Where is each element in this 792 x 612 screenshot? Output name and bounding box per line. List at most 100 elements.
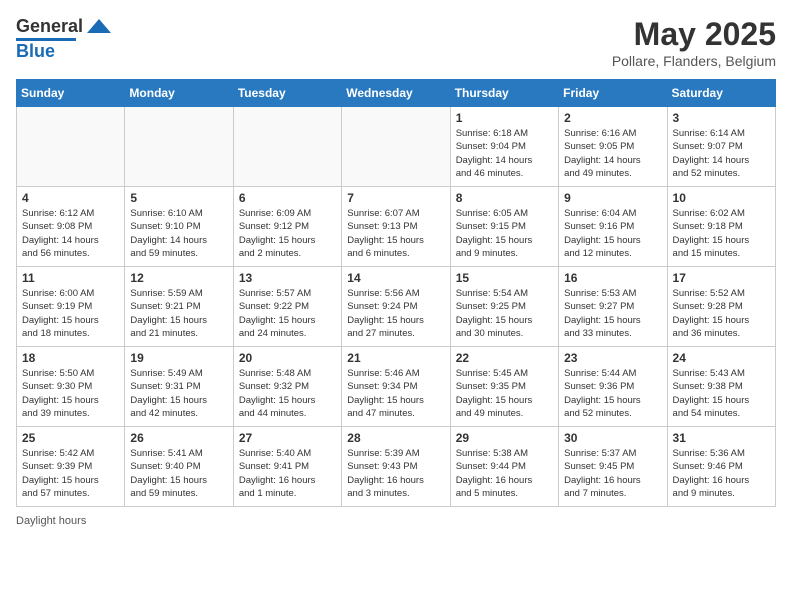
calendar-header-row: SundayMondayTuesdayWednesdayThursdayFrid…	[17, 80, 776, 107]
calendar-cell: 14 Sunrise: 5:56 AMSunset: 9:24 PMDayligh…	[342, 267, 450, 347]
day-info: Sunrise: 5:40 AMSunset: 9:41 PMDaylight:…	[239, 447, 336, 500]
day-info: Sunrise: 5:46 AMSunset: 9:34 PMDaylight:…	[347, 367, 444, 420]
day-number: 18	[22, 351, 119, 365]
calendar-cell: 20 Sunrise: 5:48 AMSunset: 9:32 PMDayligh…	[233, 347, 341, 427]
day-info: Sunrise: 6:12 AMSunset: 9:08 PMDaylight:…	[22, 207, 119, 260]
day-number: 24	[673, 351, 770, 365]
calendar-week-row: 18 Sunrise: 5:50 AMSunset: 9:30 PMDayligh…	[17, 347, 776, 427]
calendar-week-row: 1Sunrise: 6:18 AMSunset: 9:04 PMDaylight…	[17, 107, 776, 187]
calendar-cell: 15Sunrise: 5:54 AMSunset: 9:25 PMDayligh…	[450, 267, 558, 347]
calendar-cell: 26 Sunrise: 5:41 AMSunset: 9:40 PMDayligh…	[125, 427, 233, 507]
calendar-cell	[233, 107, 341, 187]
calendar-cell: 6Sunrise: 6:09 AMSunset: 9:12 PMDaylight…	[233, 187, 341, 267]
calendar-cell: 9 Sunrise: 6:04 AMSunset: 9:16 PMDaylight…	[559, 187, 667, 267]
day-number: 25	[22, 431, 119, 445]
day-info: Sunrise: 5:48 AMSunset: 9:32 PMDaylight:…	[239, 367, 336, 420]
day-info: Sunrise: 5:38 AMSunset: 9:44 PMDaylight:…	[456, 447, 553, 500]
day-info: Sunrise: 6:16 AMSunset: 9:05 PMDaylight:…	[564, 127, 661, 180]
title-area: May 2025 Pollare, Flanders, Belgium	[612, 16, 776, 69]
calendar-weekday-sunday: Sunday	[17, 80, 125, 107]
day-number: 16	[564, 271, 661, 285]
calendar-cell: 16 Sunrise: 5:53 AMSunset: 9:27 PMDayligh…	[559, 267, 667, 347]
day-number: 3	[673, 111, 770, 125]
day-number: 31	[673, 431, 770, 445]
day-info: Sunrise: 5:59 AMSunset: 9:21 PMDaylight:…	[130, 287, 227, 340]
day-number: 14	[347, 271, 444, 285]
calendar-weekday-friday: Friday	[559, 80, 667, 107]
calendar-weekday-wednesday: Wednesday	[342, 80, 450, 107]
day-number: 28	[347, 431, 444, 445]
day-number: 9	[564, 191, 661, 205]
calendar-cell: 13Sunrise: 5:57 AMSunset: 9:22 PMDayligh…	[233, 267, 341, 347]
day-number: 15	[456, 271, 553, 285]
calendar-cell: 18 Sunrise: 5:50 AMSunset: 9:30 PMDayligh…	[17, 347, 125, 427]
day-number: 7	[347, 191, 444, 205]
calendar-cell: 22Sunrise: 5:45 AMSunset: 9:35 PMDayligh…	[450, 347, 558, 427]
day-number: 6	[239, 191, 336, 205]
day-number: 20	[239, 351, 336, 365]
day-number: 27	[239, 431, 336, 445]
day-number: 10	[673, 191, 770, 205]
day-info: Sunrise: 5:49 AMSunset: 9:31 PMDaylight:…	[130, 367, 227, 420]
day-info: Sunrise: 5:41 AMSunset: 9:40 PMDaylight:…	[130, 447, 227, 500]
calendar-weekday-saturday: Saturday	[667, 80, 775, 107]
day-number: 22	[456, 351, 553, 365]
day-number: 26	[130, 431, 227, 445]
logo-blue: Blue	[16, 41, 55, 62]
day-info: Sunrise: 6:07 AMSunset: 9:13 PMDaylight:…	[347, 207, 444, 260]
day-info: Sunrise: 6:00 AMSunset: 9:19 PMDaylight:…	[22, 287, 119, 340]
day-number: 29	[456, 431, 553, 445]
calendar-cell	[342, 107, 450, 187]
calendar-weekday-tuesday: Tuesday	[233, 80, 341, 107]
calendar-weekday-monday: Monday	[125, 80, 233, 107]
day-number: 8	[456, 191, 553, 205]
day-number: 17	[673, 271, 770, 285]
calendar-cell: 21 Sunrise: 5:46 AMSunset: 9:34 PMDayligh…	[342, 347, 450, 427]
calendar-cell: 3Sunrise: 6:14 AMSunset: 9:07 PMDaylight…	[667, 107, 775, 187]
day-info: Sunrise: 6:02 AMSunset: 9:18 PMDaylight:…	[673, 207, 770, 260]
calendar-cell: 23 Sunrise: 5:44 AMSunset: 9:36 PMDayligh…	[559, 347, 667, 427]
day-info: Sunrise: 5:56 AMSunset: 9:24 PMDaylight:…	[347, 287, 444, 340]
day-number: 30	[564, 431, 661, 445]
calendar-cell: 17 Sunrise: 5:52 AMSunset: 9:28 PMDayligh…	[667, 267, 775, 347]
day-info: Sunrise: 5:36 AMSunset: 9:46 PMDaylight:…	[673, 447, 770, 500]
calendar-cell: 1Sunrise: 6:18 AMSunset: 9:04 PMDaylight…	[450, 107, 558, 187]
day-info: Sunrise: 5:43 AMSunset: 9:38 PMDaylight:…	[673, 367, 770, 420]
day-number: 21	[347, 351, 444, 365]
calendar-cell	[125, 107, 233, 187]
header: General Blue May 2025 Pollare, Flanders,…	[16, 16, 776, 69]
day-number: 2	[564, 111, 661, 125]
logo: General Blue	[16, 16, 111, 62]
day-info: Sunrise: 6:04 AMSunset: 9:16 PMDaylight:…	[564, 207, 661, 260]
calendar-week-row: 4 Sunrise: 6:12 AMSunset: 9:08 PMDaylight…	[17, 187, 776, 267]
calendar-cell: 25 Sunrise: 5:42 AMSunset: 9:39 PMDayligh…	[17, 427, 125, 507]
day-info: Sunrise: 5:50 AMSunset: 9:30 PMDaylight:…	[22, 367, 119, 420]
day-number: 11	[22, 271, 119, 285]
calendar-table: SundayMondayTuesdayWednesdayThursdayFrid…	[16, 79, 776, 507]
day-info: Sunrise: 5:52 AMSunset: 9:28 PMDaylight:…	[673, 287, 770, 340]
calendar-cell: 12Sunrise: 5:59 AMSunset: 9:21 PMDayligh…	[125, 267, 233, 347]
day-number: 23	[564, 351, 661, 365]
day-info: Sunrise: 6:05 AMSunset: 9:15 PMDaylight:…	[456, 207, 553, 260]
logo-triangle-icon	[87, 19, 111, 33]
day-info: Sunrise: 6:18 AMSunset: 9:04 PMDaylight:…	[456, 127, 553, 180]
calendar-cell: 27 Sunrise: 5:40 AMSunset: 9:41 PMDayligh…	[233, 427, 341, 507]
calendar-cell: 19Sunrise: 5:49 AMSunset: 9:31 PMDayligh…	[125, 347, 233, 427]
calendar-cell: 2 Sunrise: 6:16 AMSunset: 9:05 PMDaylight…	[559, 107, 667, 187]
calendar-cell: 8 Sunrise: 6:05 AMSunset: 9:15 PMDaylight…	[450, 187, 558, 267]
calendar-cell: 30 Sunrise: 5:37 AMSunset: 9:45 PMDayligh…	[559, 427, 667, 507]
logo-general: General	[16, 16, 83, 37]
calendar-cell: 31 Sunrise: 5:36 AMSunset: 9:46 PMDayligh…	[667, 427, 775, 507]
day-info: Sunrise: 6:10 AMSunset: 9:10 PMDaylight:…	[130, 207, 227, 260]
calendar-cell: 4 Sunrise: 6:12 AMSunset: 9:08 PMDaylight…	[17, 187, 125, 267]
day-info: Sunrise: 5:42 AMSunset: 9:39 PMDaylight:…	[22, 447, 119, 500]
day-info: Sunrise: 5:44 AMSunset: 9:36 PMDaylight:…	[564, 367, 661, 420]
calendar-cell: 10 Sunrise: 6:02 AMSunset: 9:18 PMDayligh…	[667, 187, 775, 267]
calendar-cell: 7 Sunrise: 6:07 AMSunset: 9:13 PMDaylight…	[342, 187, 450, 267]
day-number: 4	[22, 191, 119, 205]
day-info: Sunrise: 5:39 AMSunset: 9:43 PMDaylight:…	[347, 447, 444, 500]
calendar-weekday-thursday: Thursday	[450, 80, 558, 107]
day-info: Sunrise: 5:37 AMSunset: 9:45 PMDaylight:…	[564, 447, 661, 500]
day-info: Sunrise: 5:53 AMSunset: 9:27 PMDaylight:…	[564, 287, 661, 340]
footer: Daylight hours	[16, 515, 776, 527]
